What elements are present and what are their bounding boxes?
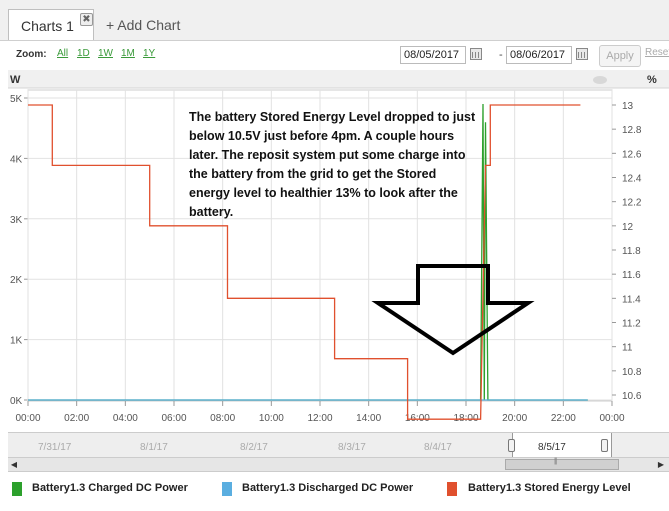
x-tick-label: 16:00: [405, 413, 430, 424]
cloud-icon: [593, 76, 607, 84]
y-tick-label-left: 3K: [10, 215, 23, 226]
to-date-input[interactable]: 08/06/2017: [506, 46, 572, 64]
y-tick-label-right: 12.8: [622, 125, 642, 136]
x-tick-label: 12:00: [307, 413, 332, 424]
x-tick-label: 18:00: [453, 413, 478, 424]
legend-swatch-charged: [12, 482, 22, 496]
y-tick-label-right: 13: [622, 101, 634, 112]
navigator-selected-label: 8/5/17: [538, 442, 566, 453]
x-tick-label: 20:00: [502, 413, 527, 424]
y-axis-label-left: W: [10, 74, 21, 86]
x-tick-label: 06:00: [161, 413, 186, 424]
navigator-label: 8/4/17: [424, 442, 452, 453]
from-date-input[interactable]: 08/05/2017: [400, 46, 466, 64]
y-tick-label-right: 12.6: [622, 149, 642, 160]
scrollbar-thumb[interactable]: [505, 458, 619, 470]
x-tick-label: 10:00: [259, 413, 284, 424]
navigator-label: 8/3/17: [338, 442, 366, 453]
legend-swatch-discharged: [222, 482, 232, 496]
zoom-all-link[interactable]: All: [57, 48, 68, 59]
navigator-label: 8/1/17: [140, 442, 168, 453]
apply-button[interactable]: Apply: [599, 45, 641, 67]
zoom-1w-link[interactable]: 1W: [98, 48, 113, 59]
y-tick-label-right: 11.8: [622, 246, 641, 257]
legend-swatch-stored: [447, 482, 457, 496]
y-tick-label-left: 2K: [10, 275, 23, 286]
y-tick-label-right: 11.4: [622, 294, 641, 305]
chart-scrollbar[interactable]: ◀ ▶: [8, 458, 669, 472]
y-axis-label-right: %: [647, 74, 657, 86]
y-tick-label-right: 10.8: [622, 367, 642, 378]
x-tick-label: 14:00: [356, 413, 381, 424]
calendar-icon[interactable]: [470, 48, 482, 60]
x-tick-label: 00:00: [15, 413, 40, 424]
y-tick-label-left: 5K: [10, 94, 23, 105]
navigator-label: 7/31/17: [38, 442, 72, 453]
y-tick-label-right: 12: [622, 222, 634, 233]
annotation-text: The battery Stored Energy Level dropped …: [189, 110, 476, 219]
y-tick-label-right: 12.2: [622, 198, 642, 209]
scroll-right-icon[interactable]: ▶: [655, 458, 667, 471]
chart-legend: Battery1.3 Charged DC Power Battery1.3 D…: [8, 476, 669, 504]
tab-label: Charts 1: [21, 18, 74, 34]
y-tick-label-left: 0K: [10, 396, 23, 407]
date-separator: -: [499, 49, 503, 61]
scroll-left-icon[interactable]: ◀: [8, 458, 20, 471]
zoom-1m-link[interactable]: 1M: [121, 48, 135, 59]
range-navigator[interactable]: 7/31/17 8/1/17 8/2/17 8/3/17 8/4/17 8/5/…: [8, 432, 669, 458]
x-tick-label: 04:00: [113, 413, 138, 424]
calendar-icon[interactable]: [576, 48, 588, 60]
zoom-1y-link[interactable]: 1Y: [143, 48, 155, 59]
tab-charts-1[interactable]: Charts 1 ✖: [8, 9, 94, 40]
reset-link[interactable]: Reset: [645, 47, 669, 58]
legend-item-stored[interactable]: Battery1.3 Stored Energy Level: [468, 482, 631, 494]
close-icon[interactable]: ✖: [80, 13, 93, 26]
y-tick-label-left: 4K: [10, 154, 23, 165]
x-tick-label: 00:00: [599, 413, 624, 424]
legend-item-discharged[interactable]: Battery1.3 Discharged DC Power: [242, 482, 413, 494]
y-tick-label-right: 11.6: [622, 270, 641, 281]
tab-bar: Charts 1 ✖ + Add Chart: [0, 0, 669, 41]
x-tick-label: 08:00: [210, 413, 235, 424]
navigator-label: 8/2/17: [240, 442, 268, 453]
add-chart-button[interactable]: + Add Chart: [106, 17, 180, 33]
y-tick-label-right: 12.4: [622, 174, 642, 185]
chart-header-band: [8, 70, 669, 88]
navigator-right-handle[interactable]: [601, 439, 608, 452]
legend-item-charged[interactable]: Battery1.3 Charged DC Power: [32, 482, 188, 494]
chart-toolbar: Zoom: All 1D 1W 1M 1Y 08/05/2017 - 08/06…: [8, 41, 669, 69]
x-tick-label: 22:00: [551, 413, 576, 424]
zoom-1d-link[interactable]: 1D: [77, 48, 90, 59]
y-tick-label-right: 10.6: [622, 391, 642, 402]
y-tick-label-right: 11.2: [622, 319, 641, 330]
x-tick-label: 02:00: [64, 413, 89, 424]
y-tick-label-left: 1K: [10, 336, 23, 347]
navigator-left-handle[interactable]: [508, 439, 515, 452]
zoom-label: Zoom:: [16, 49, 47, 60]
y-tick-label-right: 11: [622, 343, 633, 354]
